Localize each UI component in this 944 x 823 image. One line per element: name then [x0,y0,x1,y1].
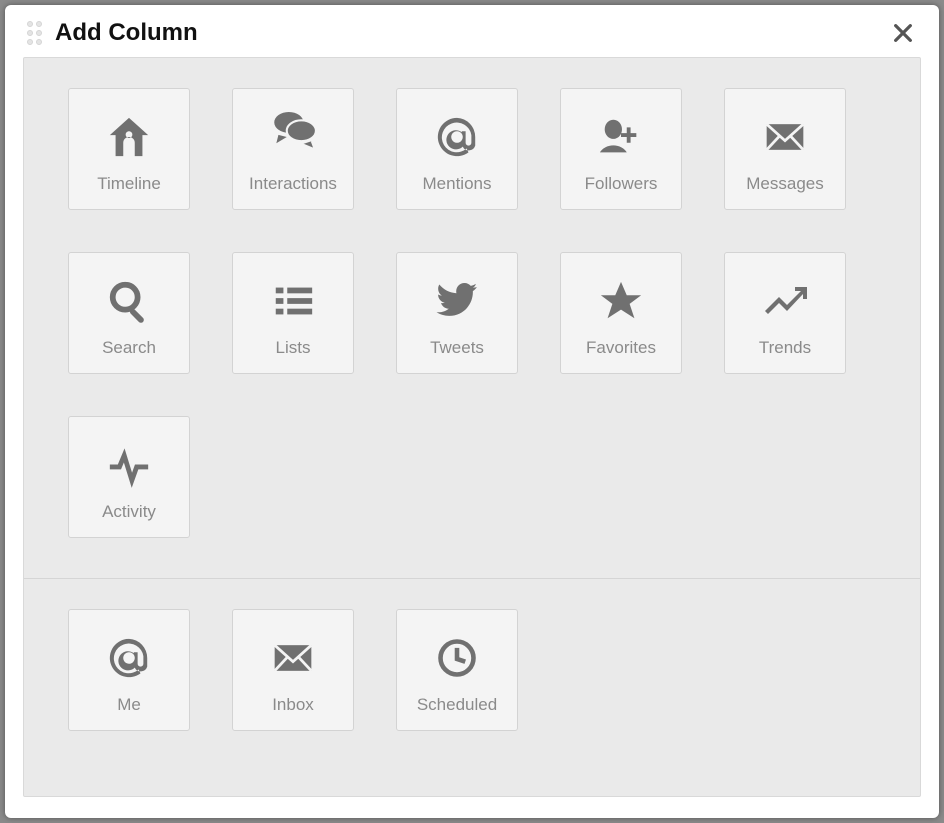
home-icon [106,110,152,164]
column-type-search[interactable]: Search [68,252,190,374]
column-type-activity[interactable]: Activity [68,416,190,538]
bird-icon [433,274,481,328]
envelope-icon [271,631,315,685]
column-type-scheduled[interactable]: Scheduled [396,609,518,731]
column-type-section-main: Timeline Interactions Mentions Followers Mes… [24,58,920,578]
add-user-icon [598,110,644,164]
tile-label: Interactions [249,174,337,194]
clock-icon [435,631,479,685]
tile-label: Tweets [430,338,484,358]
column-type-trends[interactable]: Trends [724,252,846,374]
column-type-inbox[interactable]: Inbox [232,609,354,731]
at-icon [434,110,480,164]
modal-body: Timeline Interactions Mentions Followers Mes… [23,57,921,797]
tile-label: Search [102,338,156,358]
activity-icon [106,438,152,492]
drag-handle-icon[interactable] [27,21,45,45]
add-column-modal: Add Column Timeline Interactions Mentions F… [5,5,939,818]
column-type-tweets[interactable]: Tweets [396,252,518,374]
column-type-me[interactable]: Me [68,609,190,731]
tile-label: Inbox [272,695,314,715]
tile-label: Activity [102,502,156,522]
tile-label: Trends [759,338,811,358]
tile-label: Timeline [97,174,161,194]
modal-header: Add Column [5,5,939,57]
close-button[interactable] [889,19,917,47]
column-type-timeline[interactable]: Timeline [68,88,190,210]
envelope-icon [763,110,807,164]
column-type-lists[interactable]: Lists [232,252,354,374]
at-icon [106,631,152,685]
column-type-section-secondary: Me Inbox Scheduled [24,578,920,771]
chat-icon [268,110,318,164]
column-type-mentions[interactable]: Mentions [396,88,518,210]
tile-label: Mentions [423,174,492,194]
tile-label: Me [117,695,141,715]
star-icon [598,274,644,328]
trend-icon [761,274,809,328]
column-type-interactions[interactable]: Interactions [232,88,354,210]
close-icon [892,22,914,44]
search-icon [106,274,152,328]
column-type-followers[interactable]: Followers [560,88,682,210]
tile-label: Lists [276,338,311,358]
column-type-favorites[interactable]: Favorites [560,252,682,374]
tile-label: Messages [746,174,823,194]
modal-title: Add Column [55,19,198,47]
list-icon [270,274,316,328]
tile-label: Followers [585,174,658,194]
tile-label: Favorites [586,338,656,358]
column-type-messages[interactable]: Messages [724,88,846,210]
tile-label: Scheduled [417,695,497,715]
